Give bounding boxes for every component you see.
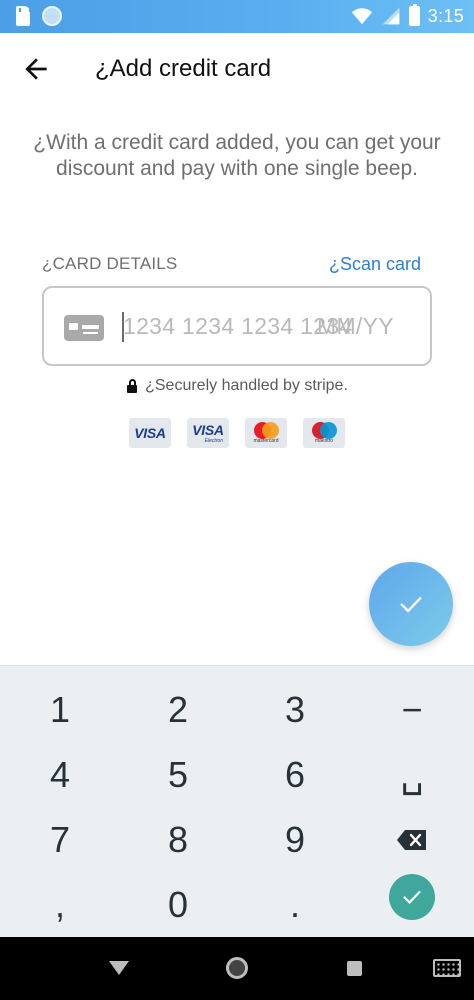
system-nav-bar bbox=[0, 937, 474, 1000]
key-enter[interactable] bbox=[389, 874, 435, 920]
check-icon bbox=[403, 890, 421, 904]
key-period[interactable]: . bbox=[236, 873, 354, 937]
lock-icon bbox=[126, 379, 138, 393]
key-6[interactable]: 6 bbox=[236, 743, 354, 807]
intro-text: ¿With a credit card added, you can get y… bbox=[33, 131, 441, 180]
key-minus[interactable]: − bbox=[353, 678, 471, 742]
card-brands: VISA VISA Electron mastercard maestro bbox=[0, 418, 474, 448]
key-8[interactable]: 8 bbox=[119, 808, 237, 872]
wifi-icon bbox=[351, 8, 372, 25]
back-nav-icon[interactable] bbox=[109, 961, 129, 975]
mastercard-logo: mastercard bbox=[245, 418, 287, 448]
key-2[interactable]: 2 bbox=[119, 678, 237, 742]
status-bar: 3:15 bbox=[0, 0, 474, 33]
numeric-keyboard: 1 2 3 − 4 5 6 ␣ 7 8 9 , 0 . bbox=[0, 665, 474, 937]
app-bar: ¿Add credit card bbox=[0, 33, 474, 105]
circle-notification-icon bbox=[42, 6, 62, 26]
confirm-fab-button[interactable] bbox=[369, 562, 453, 646]
key-4[interactable]: 4 bbox=[1, 743, 119, 807]
visa-electron-logo: VISA Electron bbox=[187, 418, 229, 448]
status-time: 3:15 bbox=[427, 5, 464, 26]
key-5[interactable]: 5 bbox=[119, 743, 237, 807]
key-0[interactable]: 0 bbox=[119, 873, 237, 937]
key-space[interactable]: ␣ bbox=[353, 743, 471, 807]
sd-card-icon bbox=[16, 6, 31, 26]
card-details-label: ¿CARD DETAILS bbox=[42, 254, 178, 273]
credit-card-icon bbox=[64, 315, 104, 341]
check-icon bbox=[400, 597, 422, 613]
key-1[interactable]: 1 bbox=[1, 678, 119, 742]
arrow-back-icon[interactable] bbox=[20, 53, 52, 85]
status-right: 3:15 bbox=[351, 4, 464, 27]
secure-note-text: ¿Securely handled by stripe. bbox=[145, 377, 348, 394]
card-expiry-input[interactable]: MM/YY bbox=[317, 313, 394, 340]
status-left bbox=[16, 6, 62, 26]
key-7[interactable]: 7 bbox=[1, 808, 119, 872]
recents-nav-icon[interactable] bbox=[347, 961, 362, 976]
visa-logo: VISA bbox=[129, 418, 171, 448]
key-9[interactable]: 9 bbox=[236, 808, 354, 872]
key-comma[interactable]: , bbox=[1, 873, 119, 937]
key-3[interactable]: 3 bbox=[236, 678, 354, 742]
secure-note: ¿Securely handled by stripe. bbox=[0, 377, 474, 395]
maestro-logo: maestro bbox=[303, 418, 345, 448]
home-nav-icon[interactable] bbox=[226, 957, 248, 979]
keyboard-switch-icon[interactable] bbox=[433, 959, 461, 977]
battery-charging-icon bbox=[408, 4, 420, 26]
signal-icon bbox=[382, 7, 400, 25]
key-backspace[interactable] bbox=[353, 808, 471, 872]
page-title: ¿Add credit card bbox=[95, 55, 272, 82]
scan-card-link[interactable]: ¿Scan card bbox=[329, 254, 421, 275]
backspace-icon bbox=[397, 830, 426, 850]
card-input-field[interactable]: 1234 1234 1234 1234 MM/YY bbox=[42, 286, 432, 366]
